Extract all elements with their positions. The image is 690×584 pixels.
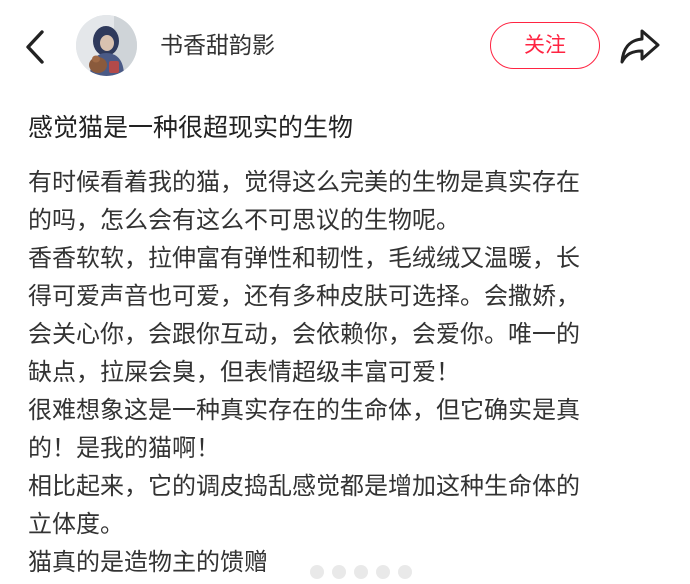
post-body-line: 很难想象这是一种真实存在的生命体，但它确实是真 (28, 396, 580, 424)
author-name[interactable]: 书香甜韵影 (160, 30, 275, 62)
avatar-image (76, 15, 137, 76)
post-body-line: 的！是我的猫啊！ (28, 434, 220, 462)
post-body-line: 香香软软，拉伸富有弹性和韧性，毛绒绒又温暖，长 (28, 244, 580, 272)
post-title: 感觉猫是一种很超现实的生物 (28, 113, 354, 142)
follow-button[interactable]: 关注 (490, 22, 600, 69)
post-body-line: 会关心你，会跟你互动，会依赖你，会爱你。唯一的 (28, 320, 580, 348)
post-body-line: 猫真的是造物主的馈赠 (28, 548, 268, 576)
post-body-line: 的吗，怎么会有这么不可思议的生物呢。 (28, 206, 460, 234)
post-body-line: 立体度。 (28, 510, 124, 538)
author-avatar[interactable] (76, 15, 137, 76)
post-body-line: 有时候看着我的猫，觉得这么完美的生物是真实存在 (28, 168, 580, 196)
share-button[interactable] (618, 26, 662, 66)
top-bar: 书香甜韵影 关注 (0, 0, 690, 96)
post-content: 感觉猫是一种很超现实的生物 有时候看着我的猫，觉得这么完美的生物是真实存在 的吗… (0, 96, 690, 584)
post-body-line: 缺点，拉屎会臭，但表情超级丰富可爱！ (28, 358, 460, 386)
back-button[interactable] (20, 28, 54, 66)
share-arrow-icon (620, 29, 660, 64)
post-body-line: 相比起来，它的调皮捣乱感觉都是增加这种生命体的 (28, 472, 580, 500)
post-body-line: 得可爱声音也可爱，还有多种皮肤可选择。会撒娇， (28, 282, 580, 310)
chevron-left-icon (26, 30, 44, 64)
